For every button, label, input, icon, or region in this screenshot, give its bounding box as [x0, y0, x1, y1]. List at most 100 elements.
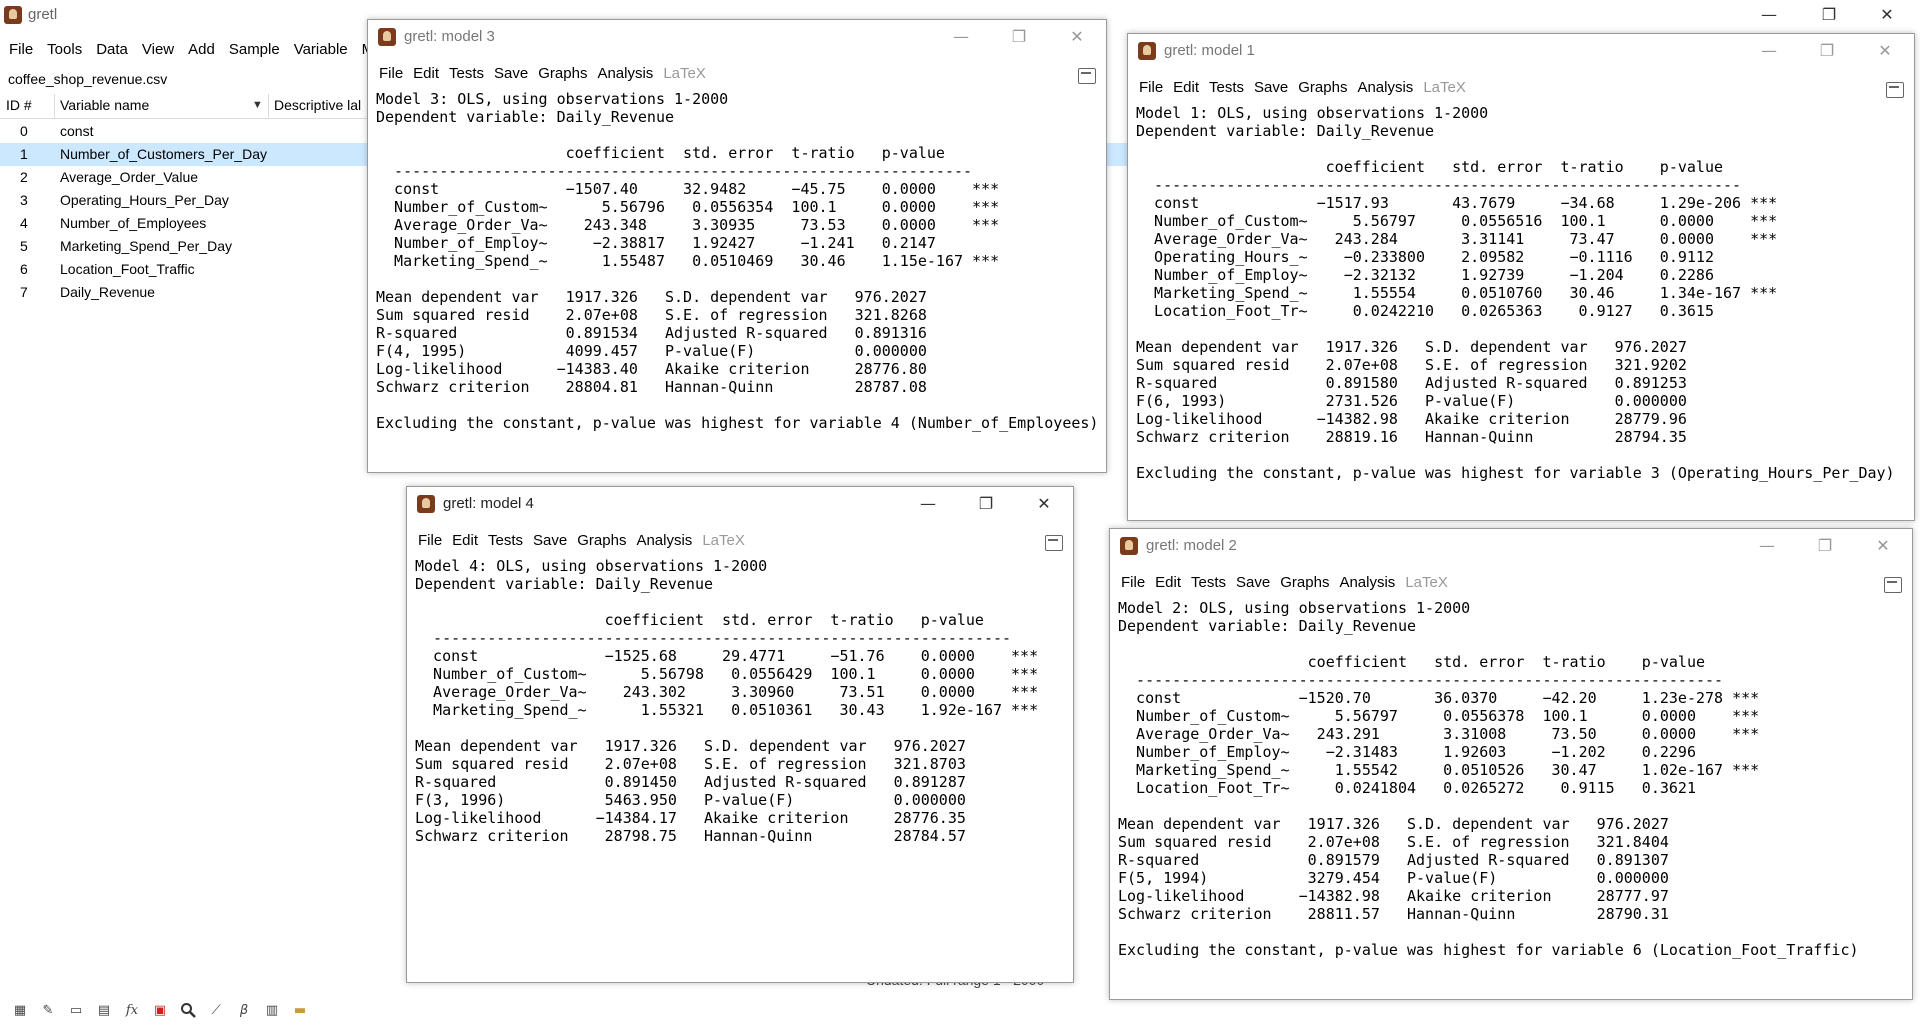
menu-save[interactable]: Save	[489, 64, 533, 84]
dataset-filename: coffee_shop_revenue.csv	[8, 71, 168, 87]
column-divider	[268, 94, 269, 118]
menu-add[interactable]: Add	[181, 38, 222, 62]
variable-row[interactable]: 3 Operating_Hours_Per_Day	[0, 189, 372, 212]
maximize-button[interactable]: ❐	[990, 20, 1048, 54]
close-button[interactable]: ✕	[1048, 20, 1106, 54]
variable-row[interactable]: 4 Number_of_Employees	[0, 212, 372, 235]
model-menubar: File Edit Tests Save Graphs Analysis LaT…	[413, 531, 750, 551]
function-icon[interactable]: fx	[122, 1000, 142, 1020]
menu-tests[interactable]: Tests	[483, 531, 528, 551]
variable-row[interactable]: 2 Average_Order_Value	[0, 166, 372, 189]
sort-down-icon[interactable]: ▼	[252, 99, 263, 111]
column-id[interactable]: ID #	[6, 97, 32, 113]
database-icon[interactable]: ▥	[262, 1000, 282, 1020]
minimize-button[interactable]: —	[1746, 0, 1792, 30]
menu-edit[interactable]: Edit	[408, 64, 444, 84]
restore-button[interactable]: ❐	[1806, 0, 1852, 30]
close-button[interactable]: ✕	[1015, 487, 1073, 521]
menu-file[interactable]: File	[374, 64, 408, 84]
model-2-window: gretl: model 2 — ❐ ✕ File Edit Tests Sav…	[1109, 528, 1913, 1000]
window-title: gretl: model 4	[443, 495, 534, 512]
menu-file[interactable]: File	[1116, 573, 1150, 593]
copy-icon[interactable]	[1886, 82, 1904, 98]
edit-icon[interactable]: ✎	[38, 1000, 58, 1020]
copy-icon[interactable]	[1884, 577, 1902, 593]
gretl-app-icon	[417, 495, 435, 513]
gretl-app-icon	[1138, 42, 1156, 60]
menu-data[interactable]: Data	[89, 38, 135, 62]
minimize-button[interactable]: —	[932, 20, 990, 54]
model-1-window: gretl: model 1 — ❐ ✕ File Edit Tests Sav…	[1127, 33, 1915, 521]
variable-row[interactable]: 5 Marketing_Spend_Per_Day	[0, 235, 372, 258]
model-3-titlebar[interactable]: gretl: model 3 — ❐ ✕	[368, 20, 1106, 54]
menu-sample[interactable]: Sample	[222, 38, 287, 62]
calculator-icon[interactable]: ▦	[10, 1000, 30, 1020]
close-button[interactable]: ✕	[1854, 529, 1912, 563]
data-icon[interactable]: ▣	[150, 1000, 170, 1020]
folder-icon[interactable]: ▬	[290, 1000, 310, 1020]
column-divider	[54, 94, 55, 118]
variable-name: Daily_Revenue	[60, 284, 155, 300]
menu-graphs[interactable]: Graphs	[572, 531, 631, 551]
menu-save[interactable]: Save	[1249, 78, 1293, 98]
maximize-button[interactable]: ❐	[1796, 529, 1854, 563]
menu-tests[interactable]: Tests	[1186, 573, 1231, 593]
menu-tools[interactable]: Tools	[40, 38, 89, 62]
table-icon[interactable]: ▤	[94, 1000, 114, 1020]
menu-file[interactable]: File	[1134, 78, 1168, 98]
model-output: Model 2: OLS, using observations 1-2000 …	[1118, 599, 1859, 959]
model-3-window: gretl: model 3 — ❐ ✕ File Edit Tests Sav…	[367, 19, 1107, 473]
menu-analysis[interactable]: Analysis	[631, 531, 697, 551]
copy-icon[interactable]	[1045, 535, 1063, 551]
menu-save[interactable]: Save	[1231, 573, 1275, 593]
variable-row[interactable]: 7 Daily_Revenue	[0, 281, 372, 304]
search-icon[interactable]	[178, 1000, 198, 1020]
menu-latex[interactable]: LaTeX	[697, 531, 750, 551]
close-button[interactable]: ✕	[1856, 34, 1914, 68]
menu-save[interactable]: Save	[528, 531, 572, 551]
menu-variable[interactable]: Variable	[287, 38, 355, 62]
menu-analysis[interactable]: Analysis	[1352, 78, 1418, 98]
variable-id: 5	[20, 238, 28, 254]
terminal-icon[interactable]: ▭	[66, 1000, 86, 1020]
maximize-button[interactable]: ❐	[957, 487, 1015, 521]
menu-latex[interactable]: LaTeX	[1400, 573, 1453, 593]
beta-icon[interactable]: β	[234, 1000, 254, 1020]
menu-file[interactable]: File	[413, 531, 447, 551]
minimize-button[interactable]: —	[1740, 34, 1798, 68]
menu-tests[interactable]: Tests	[1204, 78, 1249, 98]
menu-view[interactable]: View	[135, 38, 181, 62]
menu-edit[interactable]: Edit	[1168, 78, 1204, 98]
menu-file[interactable]: File	[2, 38, 40, 62]
menu-graphs[interactable]: Graphs	[1275, 573, 1334, 593]
menu-edit[interactable]: Edit	[1150, 573, 1186, 593]
menu-graphs[interactable]: Graphs	[533, 64, 592, 84]
copy-icon[interactable]	[1078, 68, 1096, 84]
variable-row[interactable]: 6 Location_Foot_Traffic	[0, 258, 372, 281]
minimize-button[interactable]: —	[899, 487, 957, 521]
variable-id: 6	[20, 261, 28, 277]
close-button[interactable]: ✕	[1864, 0, 1910, 30]
model-4-window: gretl: model 4 — ❐ ✕ File Edit Tests Sav…	[406, 486, 1074, 983]
menu-latex[interactable]: LaTeX	[658, 64, 711, 84]
menu-analysis[interactable]: Analysis	[592, 64, 658, 84]
menu-latex[interactable]: LaTeX	[1418, 78, 1471, 98]
menu-edit[interactable]: Edit	[447, 531, 483, 551]
variable-list: 0 const 1 Number_of_Customers_Per_Day 2 Ave…	[0, 120, 372, 310]
menu-graphs[interactable]: Graphs	[1293, 78, 1352, 98]
menu-analysis[interactable]: Analysis	[1334, 573, 1400, 593]
menu-tests[interactable]: Tests	[444, 64, 489, 84]
column-descriptive-label[interactable]: Descriptive lal	[274, 97, 361, 113]
gretl-app-icon	[4, 6, 22, 24]
variable-name: const	[60, 123, 94, 139]
variable-name: Marketing_Spend_Per_Day	[60, 238, 232, 254]
variable-row[interactable]: 0 const	[0, 120, 372, 143]
maximize-button[interactable]: ❐	[1798, 34, 1856, 68]
plot-icon[interactable]: ⟋	[206, 1000, 226, 1020]
model-1-titlebar[interactable]: gretl: model 1 — ❐ ✕	[1128, 34, 1914, 68]
column-variable-name[interactable]: Variable name	[60, 97, 149, 113]
variable-row-selected[interactable]: 1 Number_of_Customers_Per_Day	[0, 143, 372, 166]
minimize-button[interactable]: —	[1738, 529, 1796, 563]
model-4-titlebar[interactable]: gretl: model 4 — ❐ ✕	[407, 487, 1073, 521]
model-2-titlebar[interactable]: gretl: model 2 — ❐ ✕	[1110, 529, 1912, 563]
